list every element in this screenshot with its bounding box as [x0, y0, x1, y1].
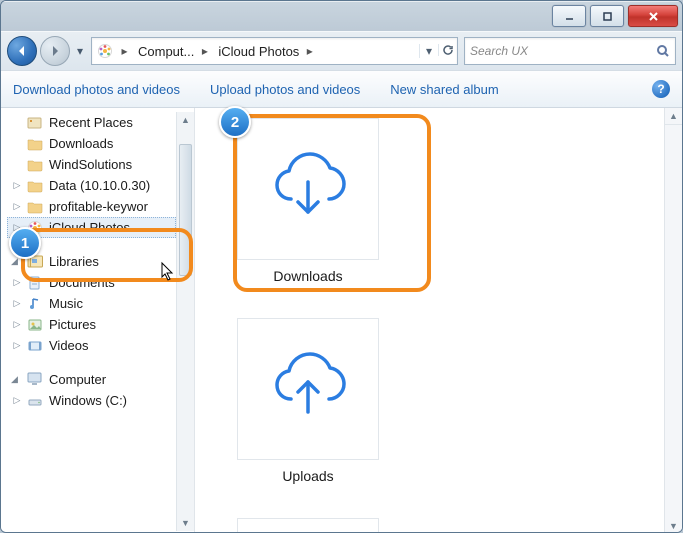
address-bar[interactable]: ▸ Comput... ▸ iCloud Photos ▸ ▾	[91, 37, 458, 65]
download-photos-button[interactable]: Download photos and videos	[13, 82, 180, 97]
expand-icon[interactable]: ▷	[11, 340, 23, 352]
expand-icon[interactable]: ▷	[11, 180, 23, 192]
sidebar-item-label: Windows (C:)	[49, 393, 127, 408]
icloud-photos-icon	[97, 43, 113, 59]
expand-icon[interactable]: ▷	[11, 319, 23, 331]
sidebar-item-label: iCloud Photos	[49, 220, 130, 235]
address-dropdown[interactable]: ▾	[419, 44, 438, 58]
expand-icon[interactable]: ▷	[11, 201, 23, 213]
documents-icon	[27, 275, 43, 291]
upload-photos-button[interactable]: Upload photos and videos	[210, 82, 360, 97]
folder-icon	[27, 136, 43, 152]
sidebar-group-computer[interactable]: ◢ Computer	[7, 368, 176, 390]
sidebar-item-videos[interactable]: ▷ Videos	[7, 335, 176, 356]
scroll-up-icon[interactable]: ▲	[177, 112, 194, 128]
body: Recent Places Downloads WindSolutions ▷ …	[1, 108, 682, 533]
scroll-up-icon[interactable]: ▲	[665, 108, 682, 125]
refresh-button[interactable]	[438, 44, 457, 56]
back-button[interactable]	[7, 36, 37, 66]
search-placeholder: Search UX	[470, 44, 528, 58]
search-input[interactable]: Search UX	[464, 37, 676, 65]
videos-icon	[27, 338, 43, 354]
recent-icon	[27, 115, 43, 131]
nav-history-dropdown[interactable]: ▾	[73, 40, 87, 62]
sidebar-scrollbar[interactable]: ▲ ▼	[176, 112, 194, 531]
sidebar-item-windows-c[interactable]: ▷ Windows (C:)	[7, 390, 176, 411]
collapse-icon[interactable]: ◢	[11, 374, 23, 385]
help-button[interactable]: ?	[652, 80, 670, 98]
folder-label: Uploads	[282, 468, 333, 484]
music-icon	[27, 296, 43, 312]
forward-button[interactable]	[40, 36, 70, 66]
toolbar: Download photos and videos Upload photos…	[1, 70, 682, 108]
badge-2: 2	[219, 106, 251, 138]
sidebar-item-label: Downloads	[49, 136, 113, 151]
cloud-upload-icon	[237, 318, 379, 460]
maximize-button[interactable]	[590, 5, 624, 27]
badge-1: 1	[9, 227, 41, 259]
folder-uploads[interactable]: Uploads	[213, 318, 403, 508]
breadcrumb-segment[interactable]: iCloud Photos	[212, 38, 302, 64]
chevron-right-icon[interactable]: ▸	[117, 38, 132, 64]
sidebar-item-windsolutions[interactable]: WindSolutions	[7, 154, 176, 175]
sidebar-item-label: Pictures	[49, 317, 96, 332]
search-icon	[656, 44, 670, 58]
chevron-right-icon[interactable]: ▸	[197, 38, 212, 64]
sidebar-item-downloads[interactable]: Downloads	[7, 133, 176, 154]
close-button[interactable]	[628, 5, 678, 27]
expand-icon[interactable]: ▷	[11, 298, 23, 310]
sidebar-item-label: WindSolutions	[49, 157, 132, 172]
expand-icon[interactable]: ▷	[11, 395, 23, 407]
cloud-download-icon	[237, 118, 379, 260]
folder-icon	[27, 157, 43, 173]
folder-label: Downloads	[273, 268, 342, 284]
expand-icon[interactable]: ▷	[11, 277, 23, 289]
sidebar-item-profitable-keywords[interactable]: ▷ profitable-keywor	[7, 196, 176, 217]
cursor-icon	[159, 261, 177, 283]
sidebar-item-label: Documents	[49, 275, 115, 290]
nav-row: ▾ ▸ Comput... ▸ iCloud Photos ▸ ▾ Search…	[1, 31, 682, 70]
folder-icon	[27, 178, 43, 194]
sidebar: Recent Places Downloads WindSolutions ▷ …	[1, 108, 195, 533]
scroll-down-icon[interactable]: ▼	[665, 518, 682, 533]
sidebar-item-documents[interactable]: ▷ Documents	[7, 272, 176, 293]
sidebar-item-label: Videos	[49, 338, 89, 353]
sidebar-group-label: Computer	[49, 372, 106, 387]
sidebar-item-music[interactable]: ▷ Music	[7, 293, 176, 314]
sidebar-item-label: Music	[49, 296, 83, 311]
content-scrollbar[interactable]: ▲ ▼	[664, 108, 682, 533]
titlebar[interactable]	[1, 1, 682, 31]
drive-icon	[27, 393, 43, 409]
sidebar-item-label: Recent Places	[49, 115, 133, 130]
sidebar-item-label: profitable-keywor	[49, 199, 148, 214]
content-pane: Downloads Uploads Shared ▲	[195, 108, 682, 533]
minimize-button[interactable]	[552, 5, 586, 27]
folder-shared[interactable]: Shared	[213, 518, 403, 533]
cloud-icon	[237, 518, 379, 533]
scroll-thumb[interactable]	[179, 144, 192, 276]
pictures-icon	[27, 317, 43, 333]
computer-icon	[26, 370, 44, 388]
chevron-right-icon[interactable]: ▸	[302, 38, 317, 64]
sidebar-item-data[interactable]: ▷ Data (10.10.0.30)	[7, 175, 176, 196]
folder-downloads[interactable]: Downloads	[213, 118, 403, 308]
sidebar-item-label: Data (10.10.0.30)	[49, 178, 150, 193]
scroll-down-icon[interactable]: ▼	[177, 515, 194, 531]
sidebar-item-pictures[interactable]: ▷ Pictures	[7, 314, 176, 335]
new-shared-album-button[interactable]: New shared album	[390, 82, 498, 97]
breadcrumb-segment[interactable]: Comput...	[132, 38, 197, 64]
explorer-window: ▾ ▸ Comput... ▸ iCloud Photos ▸ ▾ Search…	[0, 0, 683, 533]
sidebar-group-label: Libraries	[49, 254, 99, 269]
sidebar-item-recent-places[interactable]: Recent Places	[7, 112, 176, 133]
folder-icon	[27, 199, 43, 215]
